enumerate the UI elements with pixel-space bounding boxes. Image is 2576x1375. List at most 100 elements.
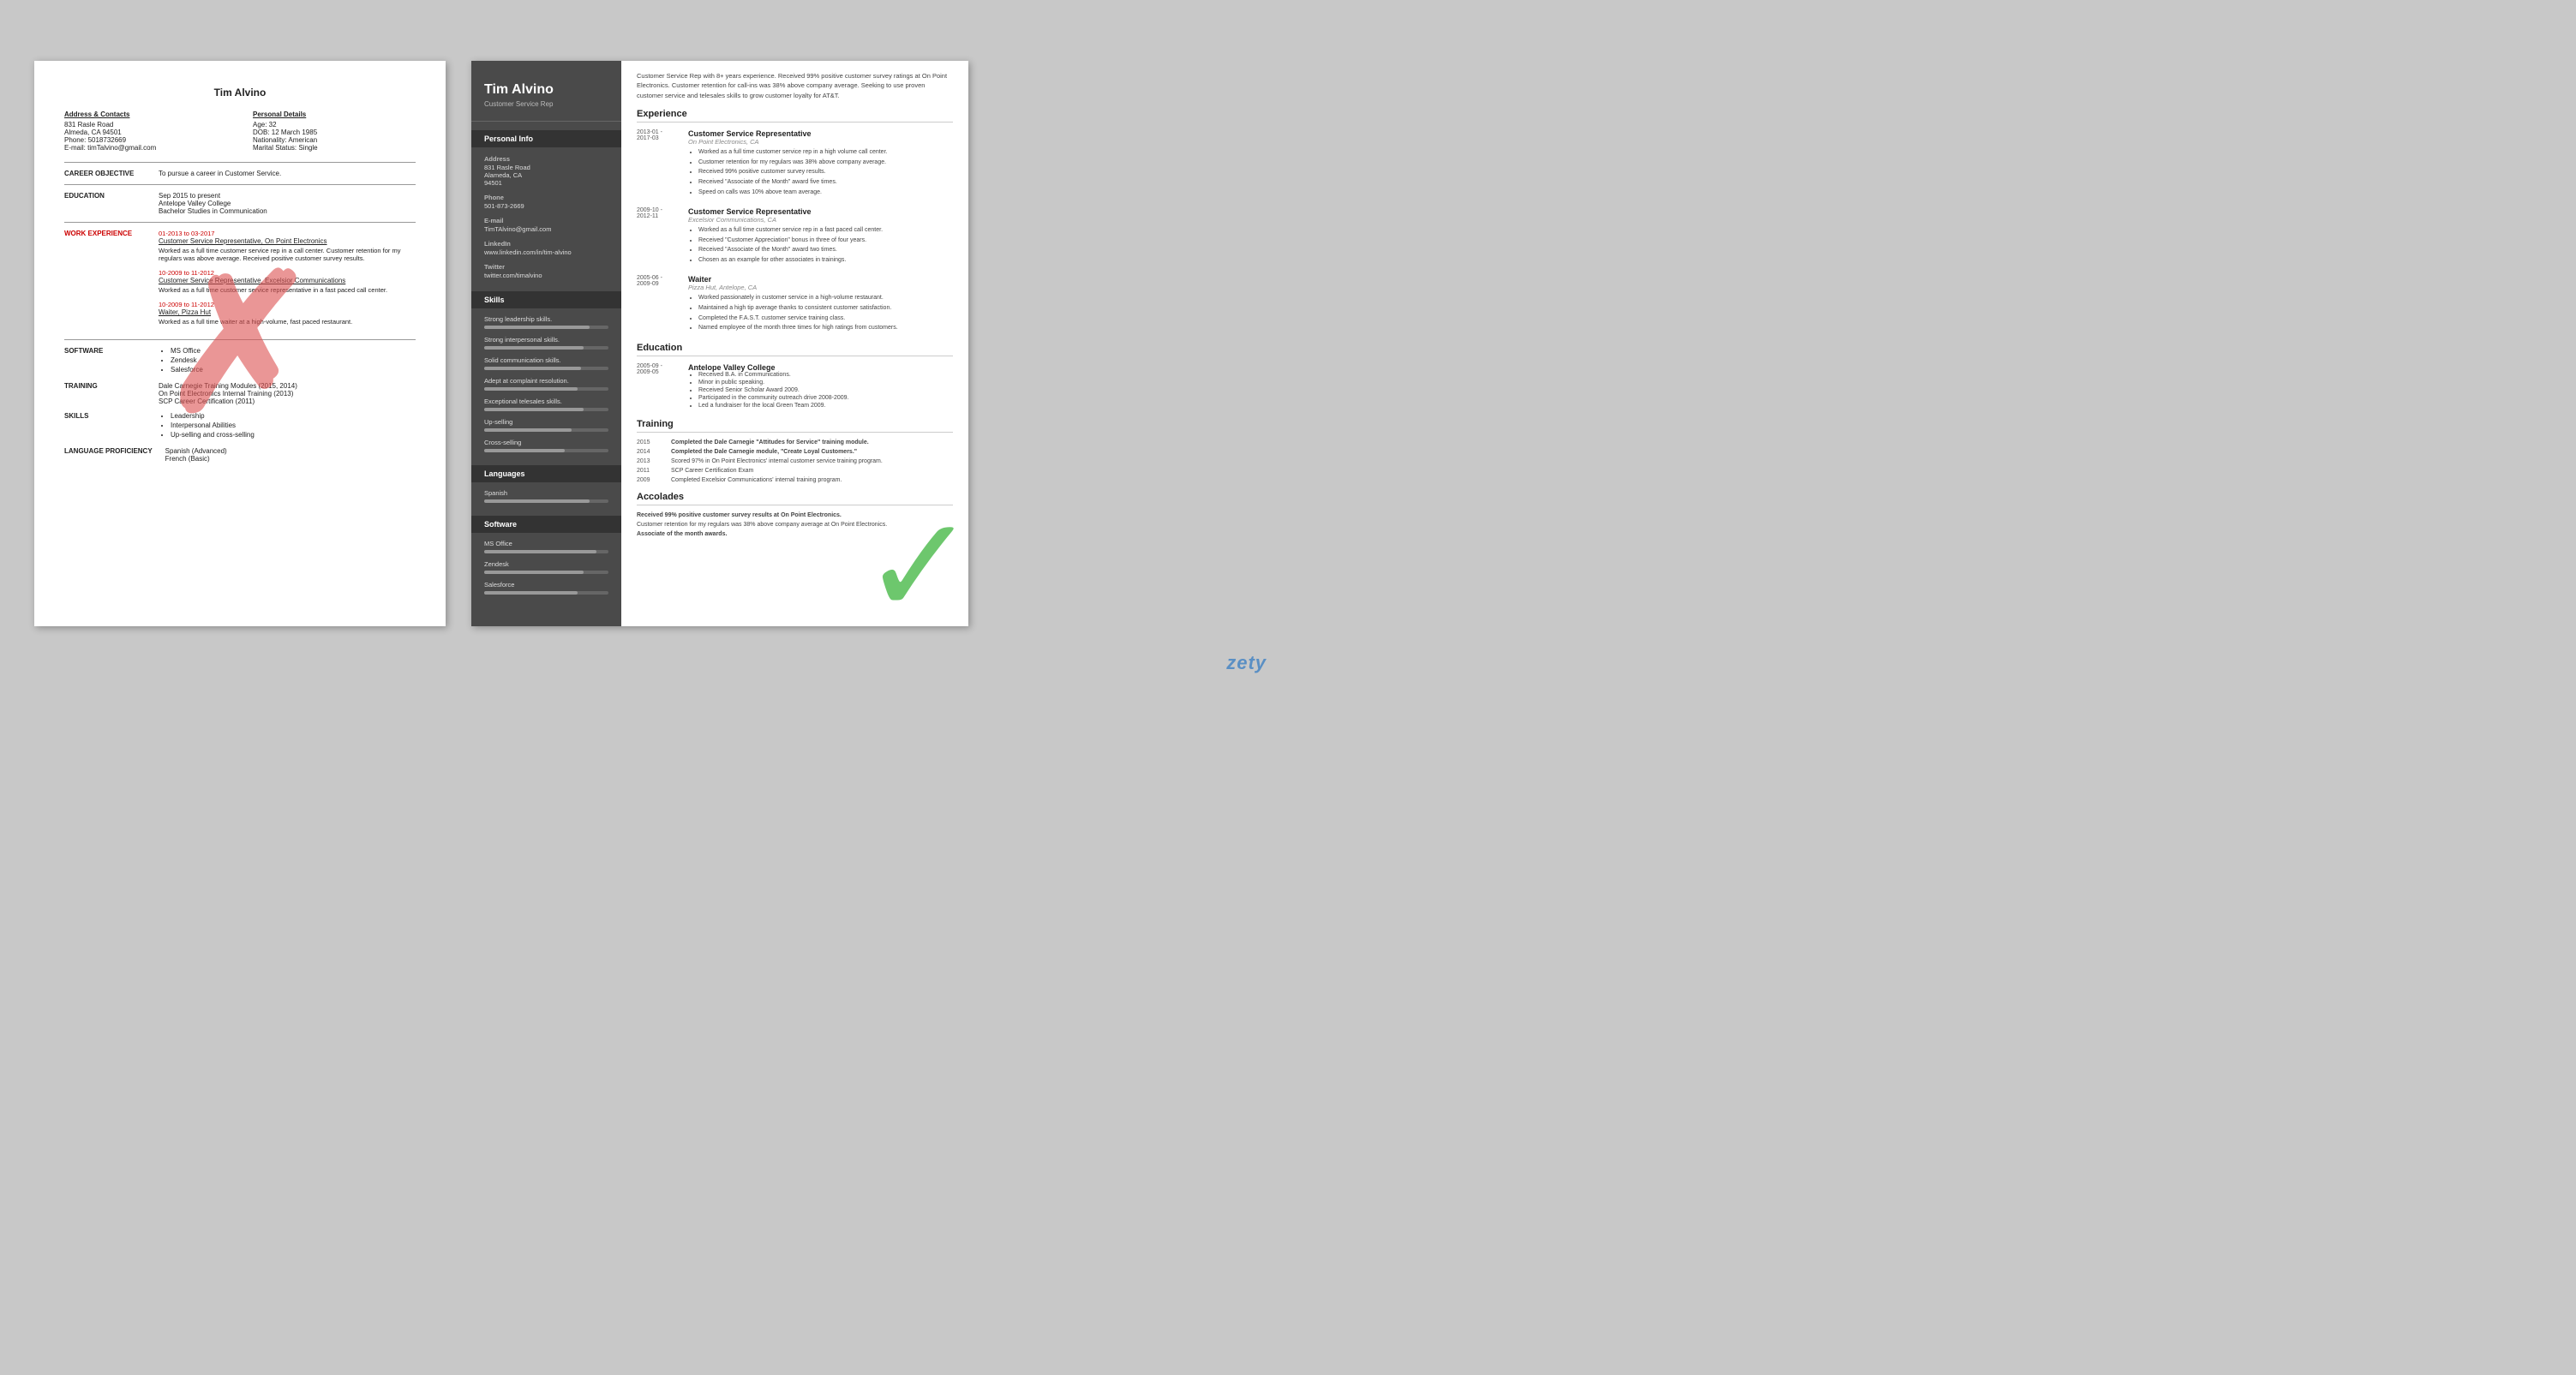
bad-resume-name: Tim Alvino — [64, 87, 416, 99]
bad-lang-content: Spanish (Advanced) French (Basic) — [165, 447, 416, 463]
good-skill-5-name: Exceptional telesales skills. — [484, 398, 608, 405]
bad-address-block: Address & Contacts 831 Rasle Road Almeda… — [64, 111, 416, 152]
good-train-3-year: 2013 — [637, 458, 662, 464]
good-skill-7-bar-bg — [484, 449, 608, 452]
good-linkedin-item: LinkedIn www.linkedin.com/in/tim-alvino — [471, 236, 621, 260]
good-exp-1-dates: 2013-01 -2017-03 — [637, 129, 680, 199]
good-edu-1-school: Antelope Valley College — [688, 363, 953, 372]
bad-work-label: WORK EXPERIENCE — [64, 230, 146, 332]
good-exp-3-company: Pizza Hut, Antelope, CA — [688, 284, 953, 291]
good-lang-1-bar-bg — [484, 499, 608, 503]
good-lang-header: Languages — [471, 465, 621, 482]
good-resume: Tim Alvino Customer Service Rep Personal… — [471, 61, 968, 626]
good-summary: Customer Service Rep with 8+ years exper… — [637, 71, 953, 100]
good-exp-1-b5: Speed on calls was 10% above team averag… — [698, 188, 953, 197]
good-exp-3-bullets: Worked passionately in customer service … — [688, 294, 953, 332]
good-sw-3-bar-bg — [484, 591, 608, 595]
good-address-label: Address — [484, 155, 608, 163]
bad-work-2-title: Customer Service Representative, Excelsi… — [159, 277, 416, 284]
bad-divider-3 — [64, 222, 416, 223]
good-skill-6-bar — [484, 428, 572, 432]
good-train-2: 2014 Completed the Dale Carnegie module,… — [637, 449, 953, 455]
good-edu-1-b1: Received B.A. in Communications. — [698, 372, 953, 378]
good-edu-1: 2005-09 -2009-05 Antelope Valley College… — [637, 363, 953, 410]
good-accolade-2: Customer retention for my regulars was 3… — [637, 522, 953, 528]
bad-personal-title: Personal Details — [253, 111, 416, 118]
good-email-label: E-mail — [484, 217, 608, 224]
bad-work-1-desc: Worked as a full time customer service r… — [159, 247, 416, 262]
bad-edu-school: Antelope Valley College — [159, 200, 416, 207]
good-address-item: Address 831 Rasle RoadAlameda, CA94501 — [471, 152, 621, 190]
good-edu-1-b2: Minor in public speaking. — [698, 380, 953, 386]
bad-work-content: 01-2013 to 03-2017 Customer Service Repr… — [159, 230, 416, 332]
bad-work-3-title: Waiter, Pizza Hut — [159, 308, 416, 316]
good-twitter-label: Twitter — [484, 263, 608, 271]
good-lang-1-name: Spanish — [484, 489, 608, 497]
good-skill-5: Exceptional telesales skills. — [471, 395, 621, 415]
good-lang-1-bar — [484, 499, 590, 503]
bad-language: LANGUAGE PROFICIENCY Spanish (Advanced) … — [64, 447, 416, 463]
good-accolade-1: Received 99% positive customer survey re… — [637, 512, 953, 518]
bad-skills: SKILLS Leadership Interpersonal Abilitie… — [64, 412, 416, 440]
good-edu-1-dates: 2005-09 -2009-05 — [637, 363, 680, 410]
good-twitter-value: twitter.com/timalvino — [484, 272, 608, 279]
bad-work-3-desc: Worked as a full time waiter at a high-v… — [159, 318, 416, 326]
good-accolades-title: Accolades — [637, 492, 953, 505]
good-linkedin-value: www.linkedin.com/in/tim-alvino — [484, 248, 608, 256]
bad-age: Age: 32 — [253, 121, 416, 129]
good-email-item: E-mail TimTAlvino@gmail.com — [471, 213, 621, 236]
good-train-1-year: 2015 — [637, 439, 662, 445]
good-sw-3: Salesforce — [471, 578, 621, 599]
bad-training: TRAINING Dale Carnegie Training Modules … — [64, 382, 416, 405]
good-person-name: Tim Alvino — [484, 82, 608, 98]
good-edu-1-content: Antelope Valley College Received B.A. in… — [688, 363, 953, 410]
bad-work-3: 10-2009 to 11-2012 Waiter, Pizza Hut Wor… — [159, 301, 416, 326]
good-sw-2-bar — [484, 571, 584, 574]
good-edu-title: Education — [637, 343, 953, 356]
good-train-3: 2013 Scored 97% in On Point Electronics'… — [637, 458, 953, 464]
good-train-3-text: Scored 97% in On Point Electronics' inte… — [671, 458, 953, 464]
good-exp-2-b4: Chosen as an example for other associate… — [698, 256, 953, 265]
good-skill-1-name: Strong leadership skills. — [484, 315, 608, 323]
good-sw-2-name: Zendesk — [484, 560, 608, 568]
good-exp-3-title: Waiter — [688, 275, 953, 284]
good-exp-3-b1: Worked passionately in customer service … — [698, 294, 953, 302]
bad-addr-2: Almeda, CA 94501 — [64, 129, 227, 136]
good-sw-1-name: MS Office — [484, 540, 608, 547]
good-skill-4: Adept at complaint resolution. — [471, 374, 621, 395]
good-skill-4-bar-bg — [484, 387, 608, 391]
bad-edu-period: Sep 2015 to present — [159, 192, 416, 200]
good-exp-2-bullets: Worked as a full time customer service r… — [688, 226, 953, 265]
good-exp-1: 2013-01 -2017-03 Customer Service Repres… — [637, 129, 953, 199]
good-train-4-year: 2011 — [637, 468, 662, 474]
bad-work-experience: WORK EXPERIENCE 01-2013 to 03-2017 Custo… — [64, 230, 416, 332]
good-skill-3: Solid communication skills. — [471, 354, 621, 374]
bad-addr-1: 831 Rasle Road — [64, 121, 227, 129]
good-exp-2-content: Customer Service Representative Excelsio… — [688, 207, 953, 266]
good-skill-2-bar — [484, 346, 584, 350]
bad-lang-2: French (Basic) — [165, 455, 416, 463]
good-sw-2: Zendesk — [471, 558, 621, 578]
good-skill-1-bar — [484, 326, 590, 329]
bad-skills-label: SKILLS — [64, 412, 146, 440]
good-exp-1-b3: Received 99% positive customer survey re… — [698, 168, 953, 176]
bad-career-label: CAREER OBJECTIVE — [64, 170, 146, 177]
good-lang-1: Spanish — [471, 487, 621, 507]
good-person-title: Customer Service Rep — [484, 100, 608, 108]
good-edu-1-b3: Received Senior Scholar Award 2009. — [698, 387, 953, 393]
good-skill-3-bar-bg — [484, 367, 608, 370]
zety-watermark: zety — [1226, 652, 1267, 674]
bad-sw-3: Salesforce — [171, 366, 416, 374]
good-sw-3-bar — [484, 591, 578, 595]
bad-divider-1 — [64, 162, 416, 163]
good-skill-4-name: Adept at complaint resolution. — [484, 377, 608, 385]
good-exp-2-b2: Received "Customer Appreciation" bonus i… — [698, 236, 953, 245]
bad-sw-list: MS Office Zendesk Salesforce — [159, 347, 416, 374]
good-exp-1-content: Customer Service Representative On Point… — [688, 129, 953, 199]
good-skill-2-bar-bg — [484, 346, 608, 350]
good-skill-3-bar — [484, 367, 581, 370]
bad-divider-2 — [64, 184, 416, 185]
good-sw-1-bar — [484, 550, 596, 553]
good-train-5-year: 2009 — [637, 477, 662, 483]
bad-edu-degree: Bachelor Studies in Communication — [159, 207, 416, 215]
